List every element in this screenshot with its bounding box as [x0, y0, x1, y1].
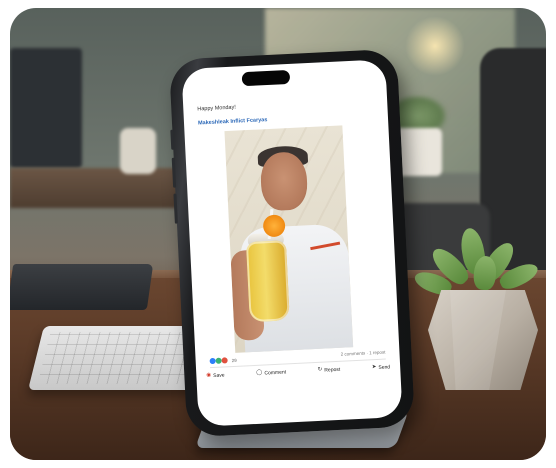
- background-monitor: [10, 48, 82, 168]
- repost-icon: ↻: [317, 366, 323, 374]
- love-reaction-icon: [221, 357, 228, 364]
- post-engagement-meta[interactable]: 2 comments · 1 repost: [341, 350, 386, 357]
- repost-label: Repost: [324, 366, 341, 374]
- post-title-link[interactable]: Makeshleak Inflict Fcaryas: [198, 117, 268, 126]
- phone-screen: Happy Monday! Makeshleak Inflict Fcaryas…: [181, 59, 403, 427]
- post-header-text: Happy Monday!: [197, 104, 236, 113]
- comment-button[interactable]: ◯ Comment: [256, 369, 286, 376]
- dynamic-island: [241, 69, 291, 87]
- shirt-stripe: [310, 241, 341, 251]
- juice-jar: [245, 240, 290, 323]
- repost-button[interactable]: ↻ Repost: [318, 367, 341, 374]
- reactions-count: 29: [231, 357, 237, 363]
- post-image[interactable]: [224, 125, 354, 353]
- bookmark-icon: ◉: [206, 372, 212, 379]
- send-label: Send: [378, 364, 391, 371]
- save-button[interactable]: ◉ Save: [206, 372, 225, 380]
- background-bokeh-light: [405, 16, 465, 76]
- phone-side-button: [170, 129, 175, 150]
- send-button[interactable]: ➤ Send: [372, 364, 391, 371]
- reactions-summary[interactable]: 29: [209, 357, 237, 365]
- save-label: Save: [213, 372, 225, 380]
- phone-side-button: [173, 193, 178, 224]
- smartphone: Happy Monday! Makeshleak Inflict Fcaryas…: [168, 48, 416, 438]
- send-icon: ➤: [371, 364, 377, 371]
- background-shelf: [10, 168, 190, 208]
- photo-frame: Happy Monday! Makeshleak Inflict Fcaryas…: [10, 8, 546, 460]
- phone-side-button: [171, 157, 177, 188]
- closed-laptop: [10, 264, 154, 310]
- comment-label: Comment: [264, 369, 287, 377]
- comment-icon: ◯: [256, 369, 263, 377]
- background-vase: [120, 128, 156, 174]
